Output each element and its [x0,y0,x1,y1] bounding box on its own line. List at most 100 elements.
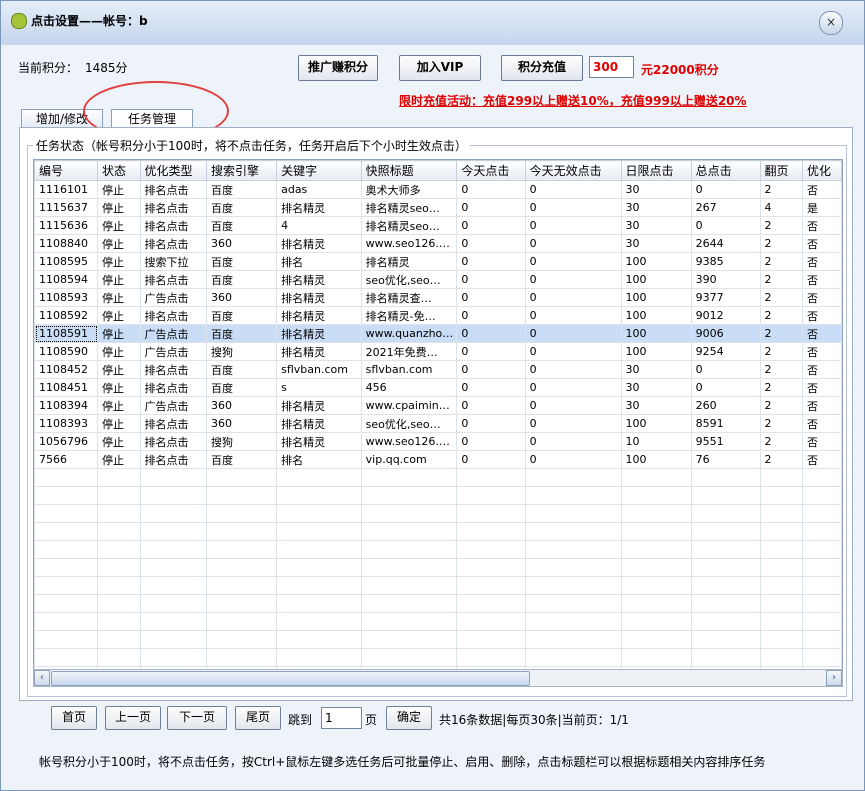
promo-link[interactable]: 限时充值活动：充值299以上赠送10%，充值999以上赠送20% [399,92,747,109]
empty-cell [97,576,141,595]
table-cell: 排名精灵查… [360,288,458,307]
table-cell: 排名精灵 [360,252,458,271]
empty-cell [690,594,761,613]
empty-cell [759,630,804,649]
column-header[interactable]: 翻页 [759,160,804,181]
table-cell: 停止 [97,450,141,469]
table-row[interactable]: 1108451 停止 排名点击 百度 s 456 0 0 30 0 2 否 [34,378,842,397]
table-cell: 390 [690,270,761,289]
column-header[interactable]: 总点击 [690,160,761,181]
table-cell: 停止 [97,360,141,379]
table-row[interactable]: 1115636 停止 排名点击 百度 4 排名精灵seo… 0 0 30 0 2 否 [34,216,842,235]
task-grid[interactable]: 编号 状态 优化类型 搜索引擎 关键字 快照标题 今天点击 今天无效点击 日限点击 总点击 翻页 优化… [33,159,843,671]
column-header[interactable]: 搜索引擎 [205,160,278,181]
table-cell: 0 [456,216,526,235]
goto-confirm-button[interactable]: 确定 [386,706,432,730]
table-cell: 0 [524,270,622,289]
empty-cell [276,594,362,613]
empty-cell [524,630,622,649]
column-header[interactable]: 快照标题 [360,160,458,181]
table-cell: 9006 [690,324,761,343]
table-cell: 2021年免费… [360,342,458,361]
close-button[interactable]: × [819,11,843,35]
table-row[interactable]: 1108590 停止 广告点击 搜狗 排名精灵 2021年免费… 0 0 100 9254 2 否 [34,342,842,361]
column-header[interactable]: 编号 [34,160,98,181]
column-header[interactable]: 日限点击 [620,160,692,181]
table-cell: 1108840 [34,234,98,253]
join-vip-button[interactable]: 加入VIP [399,55,481,81]
table-row[interactable]: 1108593 停止 广告点击 360 排名精灵 排名精灵查… 0 0 100 9377 2 否 [34,288,842,307]
column-header[interactable]: 优化类型 [139,160,207,181]
table-row[interactable]: 1108594 停止 排名点击 百度 排名精灵 seo优化,seo… 0 0 100 390 2 否 [34,270,842,289]
empty-cell [360,522,458,541]
next-page-button[interactable]: 下一页 [167,706,227,730]
table-cell: 456 [360,378,458,397]
recharge-amount-input[interactable]: 300 [589,56,634,78]
table-cell: 排名精灵 [276,396,362,415]
table-cell: 100 [620,450,692,469]
table-cell: www.seo126.… [360,432,458,451]
empty-cell [690,630,761,649]
empty-cell [456,504,526,523]
table-row[interactable]: 1108592 停止 排名点击 百度 排名精灵 排名精灵-免… 0 0 100 9012 2 否 [34,306,842,325]
column-header[interactable]: 关键字 [276,160,362,181]
table-cell: 100 [620,306,692,325]
empty-cell [205,576,278,595]
promote-button[interactable]: 推广赚积分 [298,55,378,81]
prev-page-button[interactable]: 上一页 [105,706,161,730]
table-row[interactable]: 1108840 停止 排名点击 360 排名精灵 www.seo126.… 0 0 30 2644… [34,234,842,253]
table-cell: 否 [802,216,842,235]
table-row[interactable]: 1108595 停止 搜索下拉 百度 排名 排名精灵 0 0 100 9385 2 否 [34,252,842,271]
empty-row [34,594,842,613]
column-header[interactable]: 状态 [97,160,141,181]
scroll-thumb[interactable] [51,671,530,686]
table-cell: 0 [524,234,622,253]
table-cell: 0 [456,378,526,397]
table-cell: 停止 [97,378,141,397]
scroll-left-icon[interactable]: ‹ [34,670,50,686]
table-cell: 0 [524,252,622,271]
empty-cell [360,468,458,487]
table-cell: 百度 [205,180,278,199]
empty-cell [360,558,458,577]
empty-cell [34,558,98,577]
horizontal-scrollbar[interactable]: ‹ › [33,669,843,687]
table-row[interactable]: 1108591 停止 广告点击 百度 排名精灵 www.quanzho… 0 0 100 9006… [34,324,842,343]
table-cell: 30 [620,360,692,379]
table-row[interactable]: 7566 停止 排名点击 百度 排名 vip.qq.com 0 0 100 76 2 否 [34,450,842,469]
page-number-input[interactable]: 1 [321,707,362,729]
empty-cell [802,540,842,559]
table-row[interactable]: 1115637 停止 排名点击 百度 排名精灵 排名精灵seo… 0 0 30 267 4 是 [34,198,842,217]
first-page-button[interactable]: 首页 [51,706,97,730]
credits-value: 1485分 [85,61,128,75]
table-cell: 9254 [690,342,761,361]
empty-cell [139,612,207,631]
table-cell: 否 [802,234,842,253]
table-cell: 百度 [205,378,278,397]
last-page-button[interactable]: 尾页 [235,706,281,730]
empty-cell [759,522,804,541]
column-header[interactable]: 今天无效点击 [524,160,622,181]
table-cell: 奥术大师多 [360,180,458,199]
table-row[interactable]: 1108394 停止 广告点击 360 排名精灵 www.cpaimin… 0 0 30 260 2… [34,396,842,415]
empty-cell [620,468,692,487]
table-row[interactable]: 1108452 停止 排名点击 百度 sflvban.com sflvban.com 0 0 3… [34,360,842,379]
table-row[interactable]: 1056796 停止 排名点击 搜狗 排名精灵 www.seo126.… 0 0 10 9551 2… [34,432,842,451]
empty-cell [276,558,362,577]
scroll-right-icon[interactable]: › [826,670,842,686]
table-cell: 267 [690,198,761,217]
table-cell: 0 [690,216,761,235]
empty-cell [97,540,141,559]
empty-cell [620,540,692,559]
table-cell: 1115636 [34,216,98,235]
table-cell: 9012 [690,306,761,325]
empty-cell [139,558,207,577]
table-cell: 排名点击 [139,378,207,397]
recharge-button[interactable]: 积分充值 [501,55,583,81]
empty-cell [34,576,98,595]
column-header[interactable]: 今天点击 [456,160,526,181]
table-row[interactable]: 1108393 停止 排名点击 360 排名精灵 seo优化,seo… 0 0 100 8591 2… [34,414,842,433]
task-table: 编号 状态 优化类型 搜索引擎 关键字 快照标题 今天点击 今天无效点击 日限点击 总点击 翻页 优化… [34,160,842,670]
column-header[interactable]: 优化 [802,160,842,181]
table-row[interactable]: 1116101 停止 排名点击 百度 adas 奥术大师多 0 0 30 0 2 否 [34,180,842,199]
